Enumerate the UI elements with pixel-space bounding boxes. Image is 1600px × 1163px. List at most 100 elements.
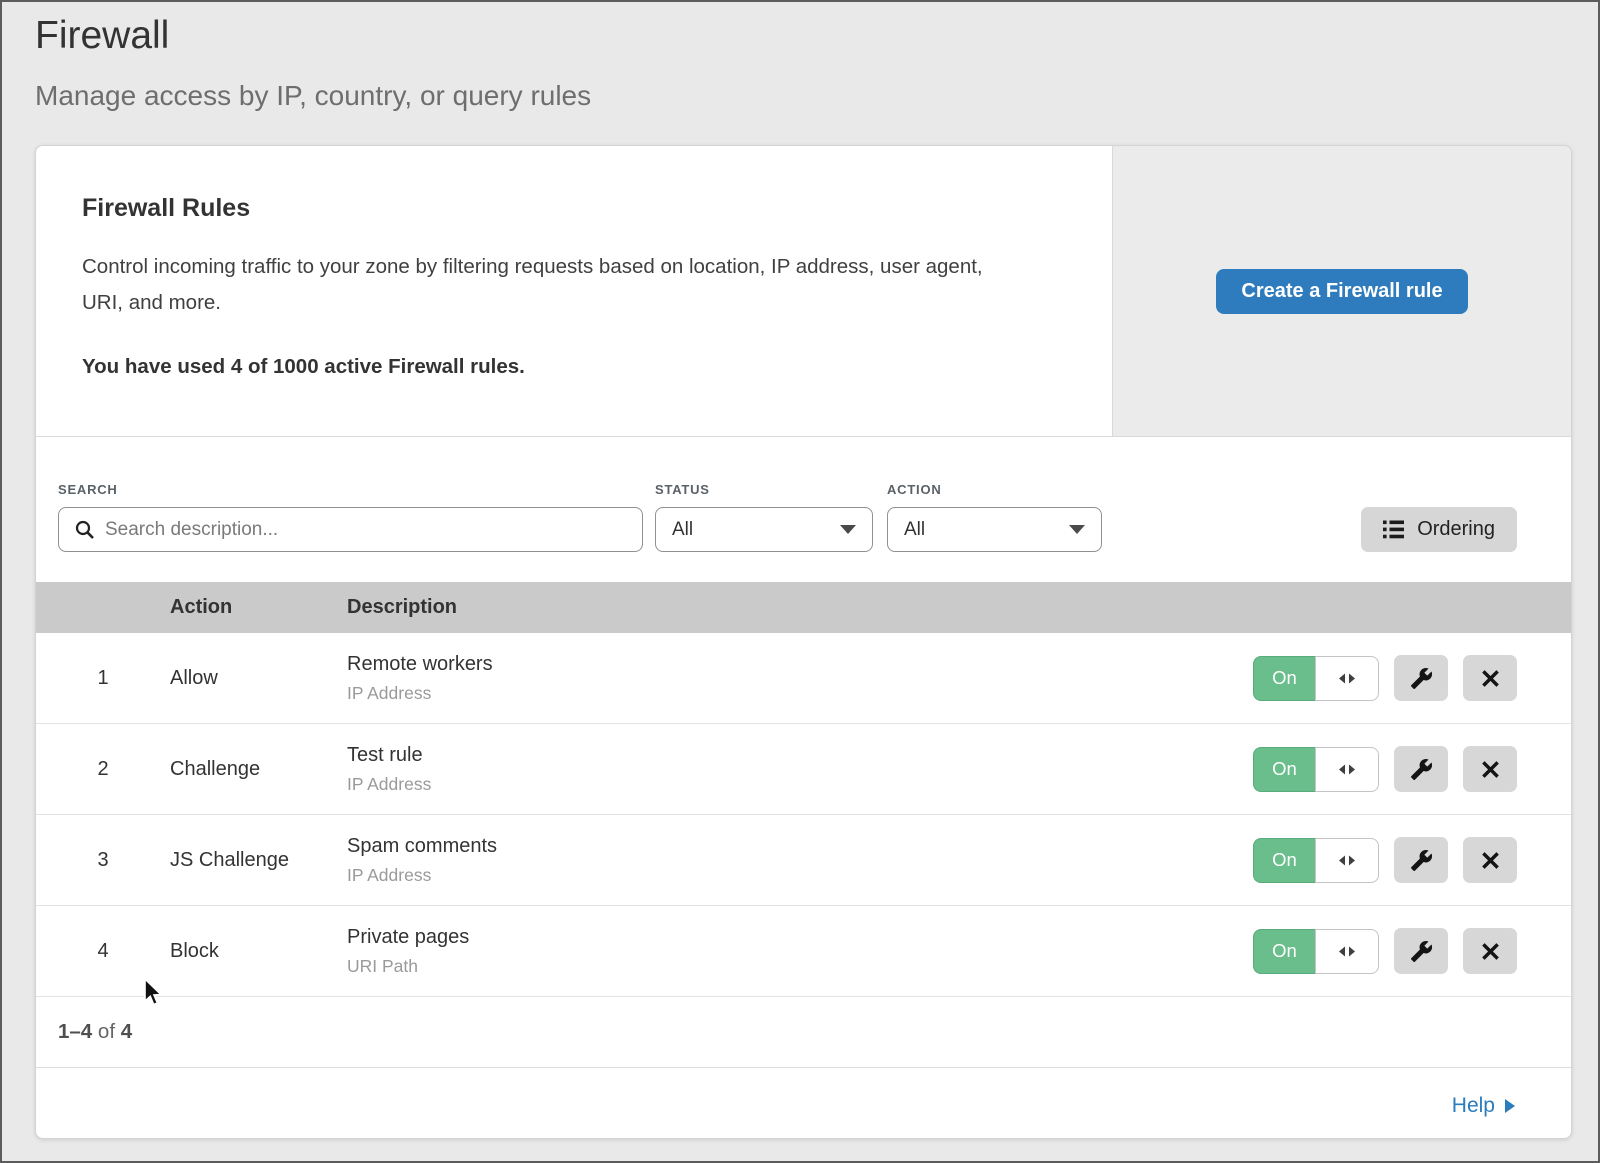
close-icon (1481, 760, 1500, 779)
chevron-down-icon (840, 525, 856, 534)
page-header: Firewall Manage access by IP, country, o… (2, 2, 1598, 114)
help-link[interactable]: Help (1452, 1094, 1515, 1118)
create-firewall-rule-button[interactable]: Create a Firewall rule (1216, 269, 1467, 314)
firewall-rules-card: Firewall Rules Control incoming traffic … (35, 145, 1572, 1139)
delete-rule-button[interactable] (1463, 928, 1517, 974)
rule-description-cell: Remote workers IP Address (347, 653, 1253, 704)
edit-rule-button[interactable] (1394, 655, 1448, 701)
left-right-arrows-icon (1338, 672, 1356, 685)
search-label: SEARCH (58, 482, 643, 497)
delete-rule-button[interactable] (1463, 746, 1517, 792)
rule-controls: On (1253, 928, 1517, 974)
rule-description: Spam comments (347, 835, 1253, 858)
card-description: Control incoming traffic to your zone by… (82, 249, 1027, 321)
wrench-icon (1410, 667, 1433, 690)
filter-bar: SEARCH STATUS All ACTION (36, 437, 1571, 582)
left-right-arrows-icon (1338, 763, 1356, 776)
table-header: Action Description (36, 582, 1571, 633)
toggle-handle[interactable] (1315, 929, 1379, 974)
delete-rule-button[interactable] (1463, 837, 1517, 883)
rule-description-cell: Test rule IP Address (347, 744, 1253, 795)
edit-rule-button[interactable] (1394, 837, 1448, 883)
table-row: 3 JS Challenge Spam comments IP Address … (36, 815, 1571, 906)
rule-match-type: IP Address (347, 774, 1253, 795)
rule-match-type: URI Path (347, 956, 1253, 977)
page-title: Firewall (35, 12, 1598, 60)
action-select[interactable]: All (887, 507, 1102, 552)
delete-rule-button[interactable] (1463, 655, 1517, 701)
intro-section: Firewall Rules Control incoming traffic … (36, 146, 1112, 436)
wrench-icon (1410, 849, 1433, 872)
toggle-on-label: On (1253, 656, 1315, 701)
rule-controls: On (1253, 655, 1517, 701)
wrench-icon (1410, 940, 1433, 963)
status-label: STATUS (655, 482, 873, 497)
toggle-handle[interactable] (1315, 747, 1379, 792)
rule-description-cell: Private pages URI Path (347, 926, 1253, 977)
cta-panel: Create a Firewall rule (1112, 146, 1571, 436)
usage-summary: You have used 4 of 1000 active Firewall … (82, 355, 1052, 379)
rule-description: Test rule (347, 744, 1253, 767)
rule-action: Allow (170, 667, 347, 690)
action-column-header: Action (170, 596, 347, 619)
rule-action: JS Challenge (170, 849, 347, 872)
action-selected-value: All (904, 519, 925, 541)
chevron-down-icon (1069, 525, 1085, 534)
ordering-button[interactable]: Ordering (1361, 507, 1517, 552)
card-top-section: Firewall Rules Control incoming traffic … (36, 146, 1571, 437)
rule-match-type: IP Address (347, 683, 1253, 704)
search-input[interactable] (105, 508, 642, 551)
pagination-of-label: of (98, 1020, 115, 1044)
action-label: ACTION (887, 482, 1102, 497)
rule-priority: 1 (36, 667, 170, 690)
rule-controls: On (1253, 837, 1517, 883)
search-group: SEARCH (58, 482, 643, 552)
pagination-range: 1–4 (58, 1020, 92, 1044)
rule-priority: 2 (36, 758, 170, 781)
rule-description: Private pages (347, 926, 1253, 949)
rule-priority: 3 (36, 849, 170, 872)
pagination: 1–4 of 4 (36, 997, 1571, 1067)
search-field (58, 507, 643, 552)
left-right-arrows-icon (1338, 854, 1356, 867)
table-row: 2 Challenge Test rule IP Address On (36, 724, 1571, 815)
rule-action: Block (170, 940, 347, 963)
edit-rule-button[interactable] (1394, 928, 1448, 974)
rule-enabled-toggle[interactable]: On (1253, 656, 1379, 701)
table-row: 1 Allow Remote workers IP Address On (36, 633, 1571, 724)
rule-enabled-toggle[interactable]: On (1253, 747, 1379, 792)
rule-enabled-toggle[interactable]: On (1253, 929, 1379, 974)
card-footer: Help (36, 1067, 1571, 1139)
help-link-label: Help (1452, 1094, 1495, 1118)
status-select[interactable]: All (655, 507, 873, 552)
rule-action: Challenge (170, 758, 347, 781)
description-column-header: Description (347, 596, 1571, 619)
pagination-total: 4 (121, 1020, 132, 1044)
close-icon (1481, 851, 1500, 870)
rule-match-type: IP Address (347, 865, 1253, 886)
left-right-arrows-icon (1338, 945, 1356, 958)
rule-description: Remote workers (347, 653, 1253, 676)
rule-controls: On (1253, 746, 1517, 792)
wrench-icon (1410, 758, 1433, 781)
page-subtitle: Manage access by IP, country, or query r… (35, 78, 1598, 114)
toggle-on-label: On (1253, 929, 1315, 974)
caret-right-icon (1505, 1099, 1515, 1113)
list-ordering-icon (1383, 520, 1404, 539)
table-row: 4 Block Private pages URI Path On (36, 906, 1571, 997)
toggle-on-label: On (1253, 747, 1315, 792)
toggle-handle[interactable] (1315, 656, 1379, 701)
card-heading: Firewall Rules (82, 194, 1052, 223)
ordering-button-label: Ordering (1417, 518, 1495, 541)
app-window: Firewall Manage access by IP, country, o… (0, 0, 1600, 1163)
rule-priority: 4 (36, 940, 170, 963)
close-icon (1481, 942, 1500, 961)
rule-description-cell: Spam comments IP Address (347, 835, 1253, 886)
close-icon (1481, 669, 1500, 688)
toggle-handle[interactable] (1315, 838, 1379, 883)
action-group: ACTION All (887, 482, 1102, 552)
edit-rule-button[interactable] (1394, 746, 1448, 792)
status-selected-value: All (672, 519, 693, 541)
rule-enabled-toggle[interactable]: On (1253, 838, 1379, 883)
toggle-on-label: On (1253, 838, 1315, 883)
